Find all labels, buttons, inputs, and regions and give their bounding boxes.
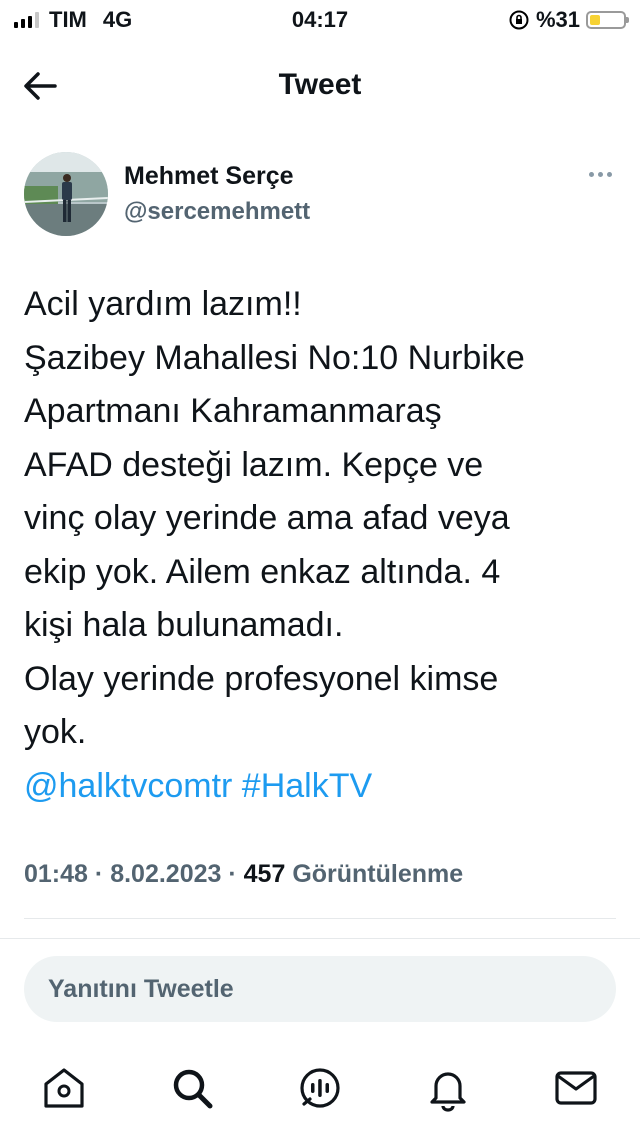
tweet-links: @halktvcomtr #HalkTV <box>24 760 624 814</box>
tweet-meta: 01:48 · 8.02.2023 · 457 Görüntülenme <box>24 860 463 889</box>
mention-link[interactable]: @halktvcomtr <box>24 767 232 805</box>
tweet-line: kişi hala bulunamadı. <box>24 606 344 644</box>
status-right: %31 <box>508 7 629 33</box>
tweet-line: Olay yerinde profesyonel kimse <box>24 659 499 698</box>
hashtag-link[interactable]: #HalkTV <box>242 767 372 805</box>
messages-icon <box>555 1071 597 1105</box>
tweet-line: Acil yardım lazım!! <box>24 285 302 323</box>
bottom-tab-bar <box>0 1060 640 1120</box>
tweet-date[interactable]: 8.02.2023 <box>110 860 221 888</box>
view-label: Görüntülenme <box>292 860 464 888</box>
tweet-line: yok. <box>24 713 87 751</box>
tweet-line: ekip yok. Ailem enkaz altında. 4 <box>24 552 501 591</box>
tweet-text: Acil yardım lazım!! Şazibey Mahallesi No… <box>24 278 624 813</box>
notifications-icon <box>430 1072 466 1112</box>
battery-percent: %31 <box>535 7 580 32</box>
spaces-icon <box>300 1068 340 1108</box>
home-icon <box>44 1068 84 1108</box>
tweet-time[interactable]: 01:48 <box>24 860 88 888</box>
status-bar: TIM 4G 04:17 %31 <box>0 0 640 42</box>
avatar[interactable] <box>24 152 108 236</box>
tweet-line: vinç olay yerinde ama afad veya <box>24 499 510 537</box>
orientation-lock-icon <box>509 10 529 30</box>
tab-home[interactable] <box>40 1064 88 1112</box>
tab-search[interactable] <box>168 1064 216 1112</box>
separator-dot: · <box>94 860 111 888</box>
tweet-line: AFAD desteği lazım. Kepçe ve <box>24 445 484 484</box>
divider <box>24 918 616 919</box>
author-handle[interactable]: @sercemehmett <box>124 198 310 226</box>
tweet-author: Mehmet Serçe @sercemehmett <box>24 152 616 242</box>
view-count: 457 <box>243 860 286 888</box>
tab-notifications[interactable] <box>424 1064 472 1112</box>
tab-spaces[interactable] <box>296 1064 344 1112</box>
author-name[interactable]: Mehmet Serçe <box>124 162 294 191</box>
reply-input[interactable]: Yanıtını Tweetle <box>24 956 616 1022</box>
separator-dot: · <box>228 860 244 888</box>
nav-header: Tweet <box>0 58 640 114</box>
page-title: Tweet <box>278 68 362 101</box>
divider <box>0 938 640 939</box>
more-options-icon[interactable] <box>589 172 612 177</box>
battery-icon <box>586 11 629 29</box>
tab-messages[interactable] <box>552 1064 600 1112</box>
search-icon <box>173 1069 213 1109</box>
tweet-line: Apartmanı Kahramanmaraş <box>24 392 442 430</box>
tweet-line: Şazibey Mahallesi No:10 Nurbike <box>24 338 525 377</box>
reply-placeholder: Yanıtını Tweetle <box>48 975 234 1003</box>
avatar-photo <box>24 152 108 236</box>
